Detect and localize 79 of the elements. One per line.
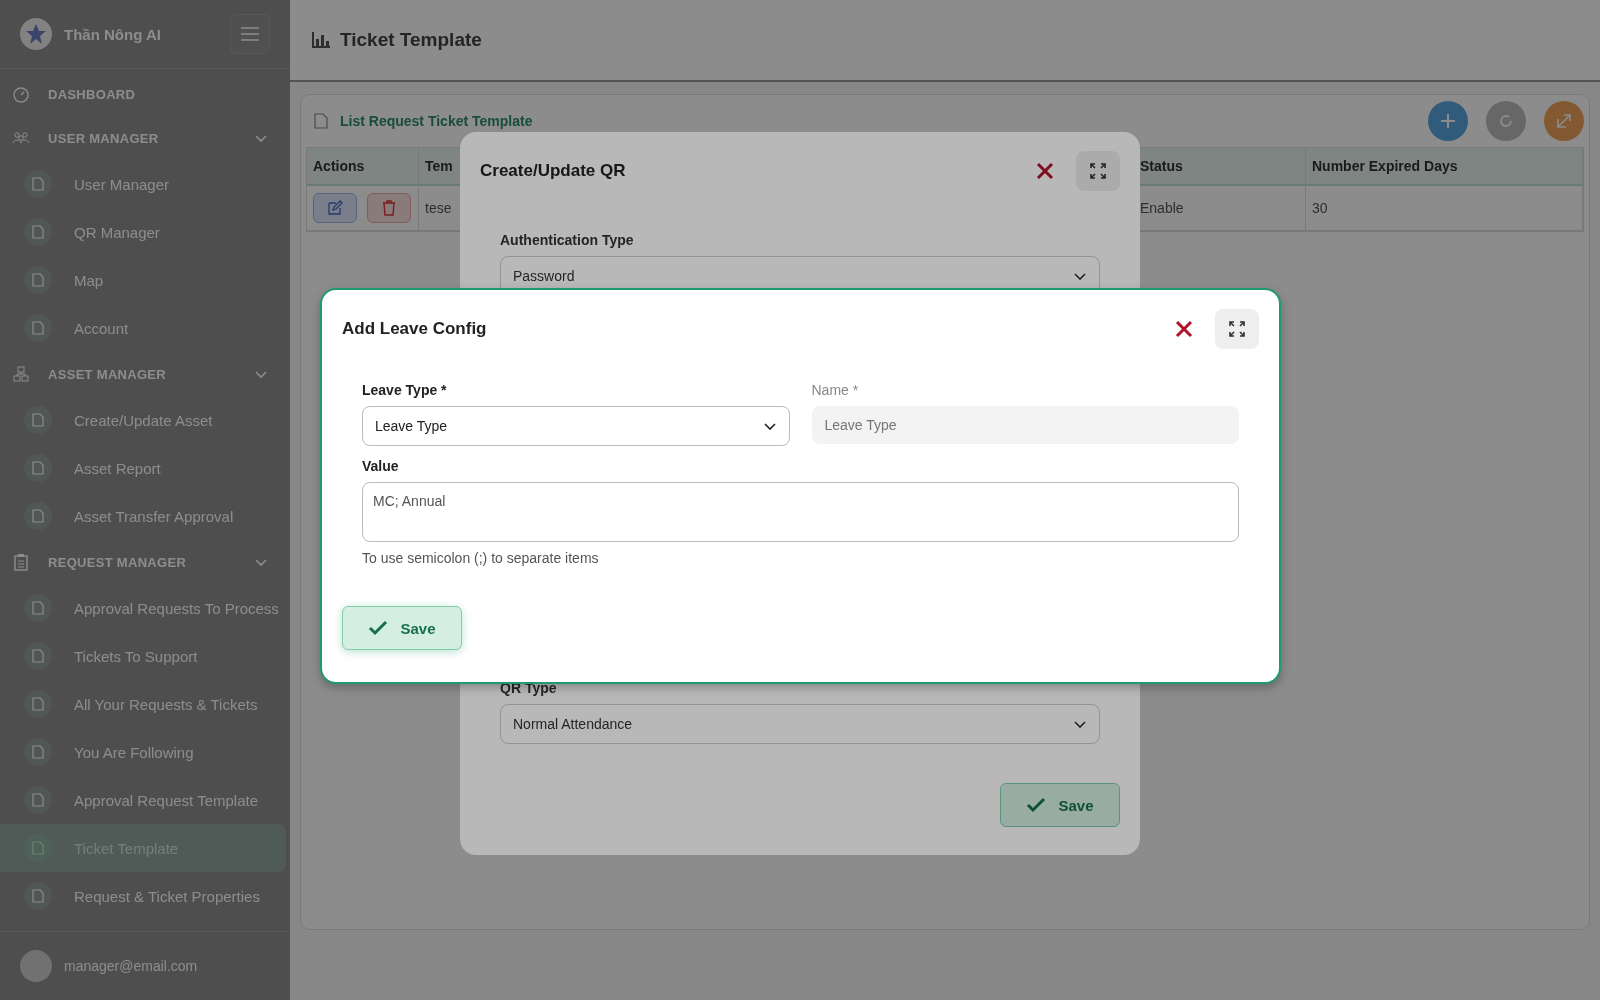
column-header: Number Expired Days xyxy=(1306,148,1583,186)
menu-link[interactable]: DASHBOARD xyxy=(0,72,290,116)
check-icon xyxy=(368,620,389,636)
refresh-icon xyxy=(1498,113,1514,129)
menu-item[interactable]: Create/Update Asset xyxy=(0,396,286,444)
close-icon[interactable] xyxy=(1036,162,1054,180)
document-icon xyxy=(24,834,52,862)
document-icon xyxy=(24,454,52,482)
field-label: Value xyxy=(362,458,400,474)
table-cell: tese xyxy=(425,200,452,216)
avatar-icon xyxy=(20,950,52,982)
document-icon xyxy=(24,266,52,294)
menu-item[interactable]: Tickets To Support xyxy=(0,632,286,680)
document-icon xyxy=(24,406,52,434)
menu-icon xyxy=(241,27,259,41)
menu-item[interactable]: All Your Requests & Tickets xyxy=(0,680,286,728)
save-button[interactable]: Save xyxy=(342,606,462,650)
menu-item[interactable]: Approval Requests To Process xyxy=(0,584,286,632)
menu-item[interactable]: Asset Transfer Approval xyxy=(0,492,286,540)
menu-group-header[interactable]: ASSET MANAGER xyxy=(0,352,290,396)
card-title: List Request Ticket Template xyxy=(340,113,534,129)
menu-item[interactable]: Asset Report xyxy=(0,444,286,492)
menu-button[interactable] xyxy=(230,14,270,54)
add-button[interactable] xyxy=(1428,101,1468,141)
export-button[interactable] xyxy=(1544,101,1584,141)
menu-item[interactable]: Request & Ticket Properties xyxy=(0,872,286,920)
document-icon xyxy=(24,642,52,670)
menu-item[interactable]: User Manager xyxy=(0,160,286,208)
select-field[interactable]: Leave Type xyxy=(362,406,790,446)
export-icon xyxy=(1556,113,1572,129)
page-title: Ticket Template xyxy=(340,29,482,51)
document-icon xyxy=(24,690,52,718)
expand-icon xyxy=(1229,321,1245,337)
document-icon xyxy=(24,314,52,342)
document-icon xyxy=(24,738,52,766)
document-icon xyxy=(24,594,52,622)
gauge-icon xyxy=(12,85,30,103)
document-icon xyxy=(24,218,52,246)
check-icon xyxy=(1026,797,1047,813)
menu-group-header[interactable]: REQUEST MANAGER xyxy=(0,540,290,584)
column-header: Actions xyxy=(307,148,419,186)
menu-item[interactable]: Account xyxy=(0,304,286,352)
clipboard-icon xyxy=(12,553,30,571)
hint-text: To use semicolon (;) to separate items xyxy=(362,550,600,566)
text-area[interactable]: MC; Annual xyxy=(362,482,1239,542)
star-logo-icon xyxy=(20,18,52,50)
document-icon xyxy=(24,170,52,198)
table-cell: Enable xyxy=(1140,200,1184,216)
menu-item[interactable]: You Are Following xyxy=(0,728,286,776)
field-label: Authentication Type xyxy=(500,232,635,248)
menu-group-header[interactable]: USER MANAGER xyxy=(0,116,290,160)
fullscreen-button[interactable] xyxy=(1076,151,1120,191)
save-button[interactable]: Save xyxy=(1000,783,1120,827)
close-icon[interactable] xyxy=(1175,320,1193,338)
menu-item[interactable]: Approval Request Template xyxy=(0,776,286,824)
document-icon xyxy=(24,502,52,530)
menu-item[interactable]: Map xyxy=(0,256,286,304)
boxes-icon xyxy=(12,365,30,383)
document-icon xyxy=(314,113,328,129)
user-email: manager@email.com xyxy=(64,958,198,974)
field-label: Leave Type * xyxy=(362,382,448,398)
dialog-title: Add Leave Config xyxy=(342,319,488,339)
edit-button[interactable] xyxy=(313,193,357,223)
menu-item[interactable]: QR Manager xyxy=(0,208,286,256)
document-icon xyxy=(24,786,52,814)
plus-icon xyxy=(1440,113,1456,129)
document-icon xyxy=(24,882,52,910)
refresh-button[interactable] xyxy=(1486,101,1526,141)
brand-name: Thần Nông AI xyxy=(64,25,162,43)
fullscreen-button[interactable] xyxy=(1215,309,1259,349)
trash-icon xyxy=(382,200,396,216)
pencil-icon xyxy=(327,200,343,216)
dialog-title: Create/Update QR xyxy=(480,161,627,181)
field-label: Name * xyxy=(811,382,860,398)
expand-icon xyxy=(1090,163,1106,179)
select-field[interactable]: Normal Attendance xyxy=(500,704,1100,744)
table-cell: 30 xyxy=(1312,200,1328,216)
delete-button[interactable] xyxy=(367,193,411,223)
bar-chart-icon xyxy=(312,32,330,48)
